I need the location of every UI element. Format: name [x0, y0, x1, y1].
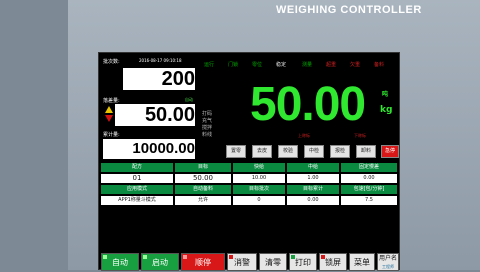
- lower-limit-label: 下称标: [354, 133, 366, 138]
- user-button[interactable]: 用户名 工程师: [377, 253, 399, 271]
- table-header: 目标累计: [287, 185, 339, 194]
- indicator-icon: [229, 255, 233, 259]
- indicator-icon: [143, 255, 147, 259]
- start-button[interactable]: 启动: [141, 253, 179, 271]
- status-overweight: 超重: [326, 62, 337, 68]
- mode-item: 充气: [202, 118, 213, 124]
- indicator-icon: [103, 255, 107, 259]
- auto-button[interactable]: 自动: [101, 253, 139, 271]
- start-button-label: 启动: [152, 258, 168, 267]
- table-cell[interactable]: 7.5: [341, 196, 397, 205]
- table-header: 中给: [287, 163, 339, 172]
- emergency-stop-button[interactable]: 急停: [381, 145, 399, 158]
- table-cell[interactable]: 允许: [175, 196, 231, 205]
- print-button[interactable]: 打印: [289, 253, 317, 271]
- up-arrow-icon: [105, 106, 113, 113]
- total-label: 累计量:: [103, 132, 120, 138]
- total-value[interactable]: 10000.00: [103, 139, 195, 159]
- clear-zero-button[interactable]: 清零: [259, 253, 287, 271]
- mode-item: 搅拌: [202, 125, 213, 131]
- mode-list: 打码 充气 搅拌 料线: [202, 111, 212, 139]
- zero-button[interactable]: 置零: [226, 145, 246, 158]
- table-header: 自动备料: [175, 185, 231, 194]
- upper-limit-label: 上称标: [298, 133, 310, 138]
- drop-value[interactable]: 50.00: [115, 104, 195, 126]
- auto-tag: 自动: [185, 97, 193, 102]
- table-header: 目标: [175, 163, 231, 172]
- table-header: 快给: [233, 163, 285, 172]
- table-header: 包速[包/分钟]: [341, 185, 397, 194]
- clear-alarm-label: 消警: [234, 258, 250, 267]
- unload-button[interactable]: 卸料: [356, 145, 376, 158]
- print-label: 打印: [295, 258, 311, 267]
- report-button[interactable]: 报检: [330, 145, 350, 158]
- tare-button[interactable]: 去皮: [252, 145, 272, 158]
- table-cell[interactable]: 1.00: [287, 174, 339, 183]
- indicator-icon: [183, 255, 187, 259]
- table-header: 应用模式: [101, 185, 173, 194]
- menu-button[interactable]: 菜单: [349, 253, 375, 271]
- table-header: 固定慢差: [341, 163, 397, 172]
- down-arrow-icon: [105, 115, 113, 122]
- brand-label: WEIGHING CONTROLLER: [276, 4, 422, 16]
- unit-kg: kg: [380, 105, 393, 115]
- status-prep: 备料: [374, 62, 385, 68]
- datetime: 2016-08-17 09:10:18: [139, 58, 182, 63]
- batch-value[interactable]: 200: [123, 68, 195, 90]
- mode-item: 料线: [202, 132, 213, 138]
- status-measure: 测量: [302, 62, 313, 68]
- table-cell[interactable]: 0: [233, 196, 285, 205]
- status-zero: 零位: [252, 62, 263, 68]
- table-cell[interactable]: 10.00: [233, 174, 285, 183]
- clear-zero-label: 清零: [265, 258, 281, 267]
- indicator-icon: [291, 255, 295, 259]
- verify-button[interactable]: 校验: [278, 145, 298, 158]
- lock-screen-label: 锁屏: [325, 258, 341, 267]
- status-stable: 稳定: [276, 62, 287, 68]
- auto-button-label: 自动: [112, 258, 128, 267]
- table-cell[interactable]: 0.00: [287, 196, 339, 205]
- controller-screen: 批次数: 2016-08-17 09:10:18 200 落差量: 自动 50.…: [98, 52, 400, 271]
- status-running: 运行: [204, 62, 215, 68]
- user-label: 用户名: [378, 255, 397, 262]
- weight-value: 50.00: [250, 78, 366, 131]
- table-header: 配方: [101, 163, 173, 172]
- table-cell[interactable]: 01: [101, 174, 173, 183]
- status-door-lock: 门锁: [228, 62, 239, 68]
- sequence-stop-button[interactable]: 顺停: [181, 253, 225, 271]
- mid-check-button[interactable]: 中检: [304, 145, 324, 158]
- clear-alarm-button[interactable]: 消警: [227, 253, 257, 271]
- mode-item: 打码: [202, 111, 213, 117]
- status-underweight: 欠重: [350, 62, 361, 68]
- drop-label: 落差量:: [103, 98, 120, 104]
- batch-label: 批次数:: [103, 59, 120, 65]
- indicator-icon: [321, 255, 325, 259]
- unit-ton: 吨: [382, 91, 389, 98]
- table-cell[interactable]: 50.00: [175, 174, 231, 183]
- table-header: 目标批次: [233, 185, 285, 194]
- table-cell[interactable]: 0.00: [341, 174, 397, 183]
- stop-button-label: 顺停: [195, 258, 211, 267]
- menu-label: 菜单: [354, 258, 370, 267]
- table-cell[interactable]: APP1称量斗模式: [101, 196, 173, 205]
- lock-screen-button[interactable]: 锁屏: [319, 253, 347, 271]
